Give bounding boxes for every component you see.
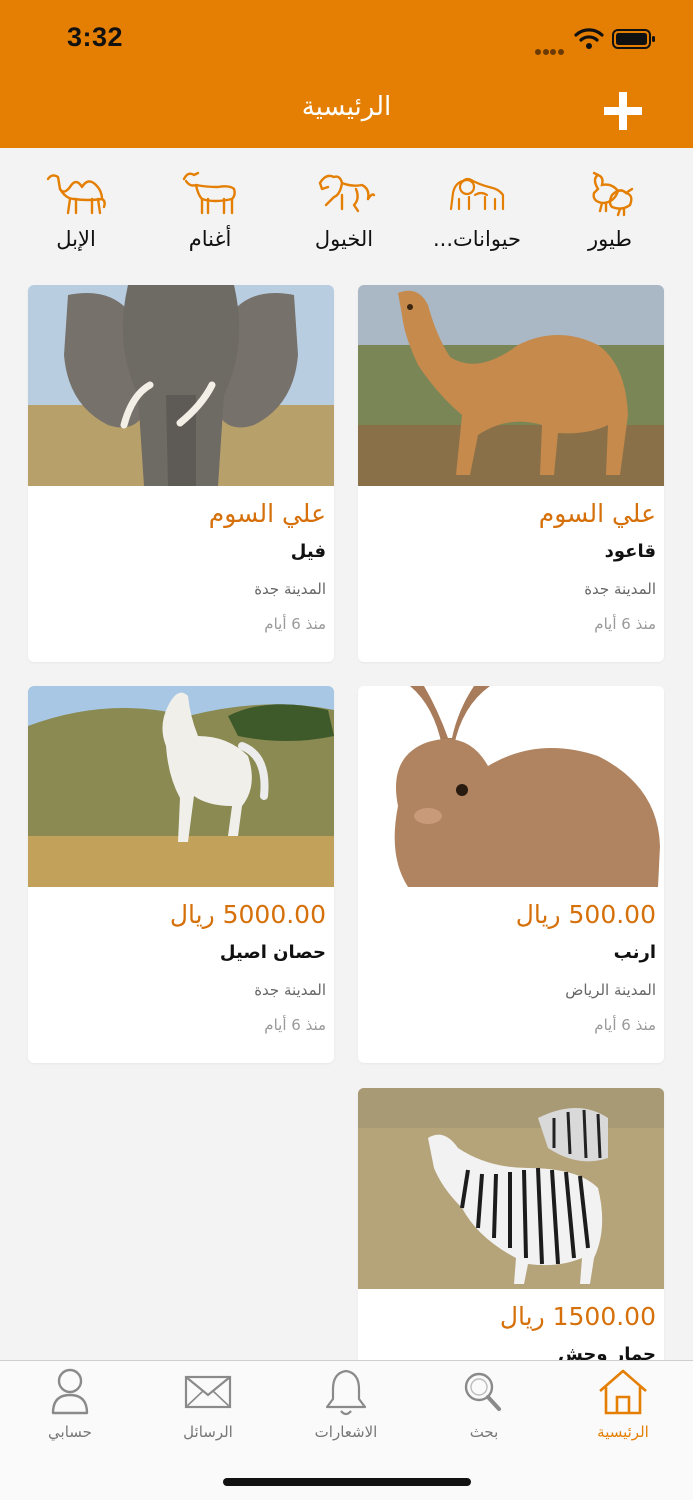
category-label: أغنام: [188, 227, 232, 251]
signal-icon: [535, 40, 565, 55]
listing-price: 500.00 ريال: [515, 900, 656, 929]
listing-city: المدينة جدة: [254, 580, 326, 598]
category-birds[interactable]: طيور: [550, 165, 670, 275]
listing-age: منذ 6 أيام: [594, 615, 656, 633]
category-sheep[interactable]: أغنام: [150, 165, 270, 275]
goat-icon: [182, 171, 236, 215]
bell-icon: [325, 1369, 367, 1416]
listing-city: المدينة جدة: [584, 580, 656, 598]
search-icon: [464, 1372, 501, 1411]
listing-card[interactable]: علي السوم قاعود المدينة جدة منذ 6 أيام: [358, 285, 664, 662]
listing-price: علي السوم: [208, 499, 326, 528]
tab-label: الرئيسية: [597, 1423, 649, 1441]
listing-age: منذ 6 أيام: [594, 1016, 656, 1034]
category-label: طيور: [587, 227, 633, 251]
listing-price: علي السوم: [538, 499, 656, 528]
tab-account[interactable]: حسابي: [10, 1361, 130, 1451]
home-icon: [599, 1369, 647, 1415]
listing-card[interactable]: 5000.00 ريال حصان اصيل المدينة جدة منذ 6…: [28, 686, 334, 1063]
horse-photo: [28, 686, 334, 887]
birds-icon: [592, 171, 634, 217]
category-wild-animals[interactable]: حيوانات...: [417, 165, 537, 275]
battery-icon: [612, 29, 655, 49]
horse-icon: [318, 174, 376, 213]
category-label: الخيول: [314, 227, 374, 251]
add-listing-button[interactable]: [600, 88, 646, 134]
category-horses[interactable]: الخيول: [284, 165, 404, 275]
wifi-icon: [574, 28, 604, 49]
tab-label: الرسائل: [183, 1423, 233, 1441]
camel-photo: [358, 285, 664, 486]
listing-price: 1500.00 ريال: [499, 1302, 656, 1331]
home-indicator[interactable]: [223, 1478, 471, 1486]
tab-label: الاشعارات: [314, 1423, 378, 1441]
rabbit-photo: [358, 686, 664, 887]
user-icon: [51, 1368, 89, 1415]
tab-label: حسابي: [48, 1423, 92, 1441]
listing-age: منذ 6 أيام: [264, 1016, 326, 1034]
app-header: 3:32 الرئيسية: [0, 0, 693, 148]
wild-animals-icon: [449, 177, 505, 211]
tab-home[interactable]: الرئيسية: [563, 1361, 683, 1451]
tab-messages[interactable]: الرسائل: [148, 1361, 268, 1451]
listing-city: المدينة جدة: [254, 981, 326, 999]
listing-age: منذ 6 أيام: [264, 615, 326, 633]
elephant-photo: [28, 285, 334, 486]
listing-card[interactable]: علي السوم فيل المدينة جدة منذ 6 أيام: [28, 285, 334, 662]
tab-search[interactable]: بحث: [424, 1361, 544, 1451]
category-label: الإبل: [56, 227, 96, 251]
tab-label: بحث: [469, 1423, 499, 1441]
listing-price: 5000.00 ريال: [169, 900, 326, 929]
mail-icon: [184, 1375, 232, 1409]
category-camels[interactable]: الإبل: [16, 165, 136, 275]
category-label: حيوانات...: [432, 227, 522, 251]
listing-name: فيل: [290, 541, 326, 562]
listing-city: المدينة الرياض: [565, 981, 656, 999]
tab-notifications[interactable]: الاشعارات: [286, 1361, 406, 1451]
camel-icon: [46, 174, 106, 215]
listing-name: حصان اصيل: [219, 942, 326, 963]
listing-name: ارنب: [613, 942, 656, 963]
status-time: 3:32: [67, 22, 124, 52]
listing-card[interactable]: 500.00 ريال ارنب المدينة الرياض منذ 6 أي…: [358, 686, 664, 1063]
zebra-photo: [358, 1088, 664, 1289]
page-title: الرئيسية: [301, 92, 392, 122]
listing-name: قاعود: [604, 541, 656, 562]
